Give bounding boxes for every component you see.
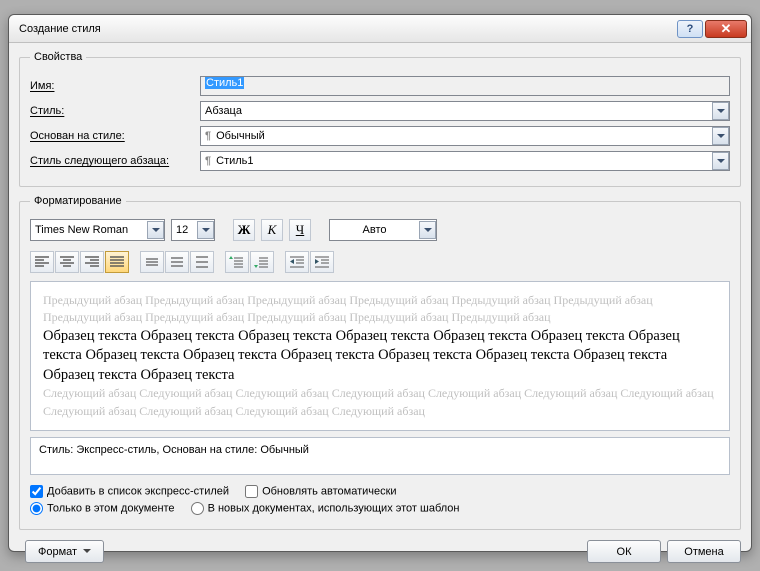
bold-button[interactable]: Ж [233,219,255,241]
dialog-footer: Формат ОК Отмена [19,540,741,563]
style-type-label: Стиль: [30,105,200,117]
pilcrow-icon: ¶ [205,130,211,142]
align-center-button[interactable] [55,251,79,273]
dialog-body: Свойства Имя: Стиль1 Стиль: Абзаца Основ… [9,43,751,571]
name-label: Имя: [30,80,200,92]
new-docs-radio[interactable] [191,502,204,515]
underline-button[interactable]: Ч [289,219,311,241]
only-this-doc-radio-label[interactable]: Только в этом документе [30,502,175,515]
spacing-2-button[interactable] [190,251,214,273]
align-left-button[interactable] [30,251,54,273]
formatting-legend: Форматирование [30,195,126,207]
properties-group: Свойства Имя: Стиль1 Стиль: Абзаца Основ… [19,51,741,187]
next-para-drop-icon[interactable] [712,152,729,170]
close-button[interactable]: ✕ [705,20,747,38]
space-before-inc-button[interactable] [225,251,249,273]
name-input[interactable]: Стиль1 [200,76,730,96]
pilcrow-icon: ¶ [205,155,211,167]
add-quick-checkbox[interactable] [30,485,43,498]
ok-button[interactable]: ОК [587,540,661,563]
only-this-doc-radio[interactable] [30,502,43,515]
preview-box: Предыдущий абзац Предыдущий абзац Предыд… [30,281,730,431]
font-color-combo[interactable]: Авто [329,219,437,241]
preview-prev-text: Предыдущий абзац Предыдущий абзац Предыд… [43,292,717,327]
space-before-dec-button[interactable] [250,251,274,273]
based-on-label: Основан на стиле: [30,130,200,142]
align-right-button[interactable] [80,251,104,273]
formatting-group: Форматирование Times New Roman 12 Ж К Ч … [19,195,741,530]
based-on-combo[interactable]: ¶Обычный [200,126,730,146]
preview-sample-text: Образец текста Образец текста Образец те… [43,327,717,386]
help-button[interactable]: ? [677,20,703,38]
font-combo[interactable]: Times New Roman [30,219,165,241]
cancel-button[interactable]: Отмена [667,540,741,563]
spacing-15-button[interactable] [165,251,189,273]
color-drop-icon[interactable] [419,221,436,239]
format-menu-button[interactable]: Формат [25,540,104,563]
based-on-drop-icon[interactable] [712,127,729,145]
next-para-combo[interactable]: ¶Стиль1 [200,151,730,171]
spacing-1-button[interactable] [140,251,164,273]
properties-legend: Свойства [30,51,86,63]
new-docs-radio-label[interactable]: В новых документах, использующих этот ша… [191,502,460,515]
paragraph-toolbar [30,251,730,273]
italic-button[interactable]: К [261,219,283,241]
auto-update-checkbox[interactable] [245,485,258,498]
align-justify-button[interactable] [105,251,129,273]
style-type-drop-icon[interactable] [712,102,729,120]
style-type-combo[interactable]: Абзаца [200,101,730,121]
auto-update-checkbox-label[interactable]: Обновлять автоматически [245,485,397,498]
next-para-label: Стиль следующего абзаца: [30,155,200,167]
indent-inc-button[interactable] [310,251,334,273]
size-drop-icon[interactable] [197,221,214,239]
options-block: Добавить в список экспресс-стилей Обновл… [30,485,730,515]
font-size-combo[interactable]: 12 [171,219,215,241]
preview-next-text: Следующий абзац Следующий абзац Следующи… [43,385,717,420]
style-description: Стиль: Экспресс-стиль, Основан на стиле:… [30,437,730,475]
indent-dec-button[interactable] [285,251,309,273]
titlebar: Создание стиля ? ✕ [9,15,751,43]
font-drop-icon[interactable] [147,221,164,239]
dialog-title: Создание стиля [19,23,675,35]
add-quick-checkbox-label[interactable]: Добавить в список экспресс-стилей [30,485,229,498]
dialog-create-style: Создание стиля ? ✕ Свойства Имя: Стиль1 … [8,14,752,552]
